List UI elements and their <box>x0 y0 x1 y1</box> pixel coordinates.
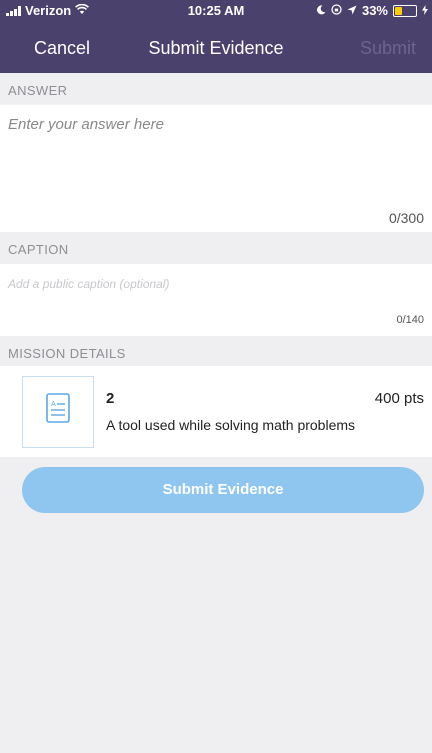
caption-section-label: CAPTION <box>8 242 69 257</box>
answer-placeholder: Enter your answer here <box>8 116 164 133</box>
location-icon <box>347 3 357 18</box>
mission-points: 400 pts <box>374 390 424 407</box>
status-right: 33% <box>316 3 428 18</box>
caption-placeholder: Add a public caption (optional) <box>8 277 170 291</box>
svg-text:A: A <box>51 400 56 408</box>
status-bar: Verizon 10:25 AM 33% <box>0 0 432 22</box>
orientation-lock-icon <box>331 3 342 18</box>
mission-section-header: MISSION DETAILS <box>0 336 432 368</box>
battery-percent: 33% <box>361 3 388 18</box>
navigation-bar: Cancel Submit Evidence Submit <box>0 22 432 73</box>
mission-section-label: MISSION DETAILS <box>8 346 126 361</box>
mission-description: A tool used while solving math problems <box>106 417 356 433</box>
caption-counter: 0/140 <box>396 314 424 326</box>
submit-button[interactable]: Submit <box>360 38 416 59</box>
caption-section-header: CAPTION <box>0 232 432 264</box>
battery-icon <box>393 4 417 17</box>
caption-input[interactable]: Add a public caption (optional) 0/140 <box>0 264 432 336</box>
mission-title: 2 <box>106 390 115 407</box>
document-icon: A <box>22 376 94 448</box>
answer-section-header: ANSWER <box>0 73 432 105</box>
mission-card[interactable]: A 2 400 pts A tool used while solving ma… <box>0 366 432 457</box>
answer-input[interactable]: Enter your answer here 0/300 <box>0 105 432 232</box>
answer-section-label: ANSWER <box>8 83 68 98</box>
moon-icon <box>316 3 326 18</box>
submit-evidence-button[interactable]: Submit Evidence <box>22 467 424 513</box>
answer-counter: 0/300 <box>388 210 424 226</box>
header: Verizon 10:25 AM 33% Cancel Submit Evide… <box>0 0 432 73</box>
charging-icon <box>422 3 428 18</box>
battery-fill <box>395 6 402 15</box>
